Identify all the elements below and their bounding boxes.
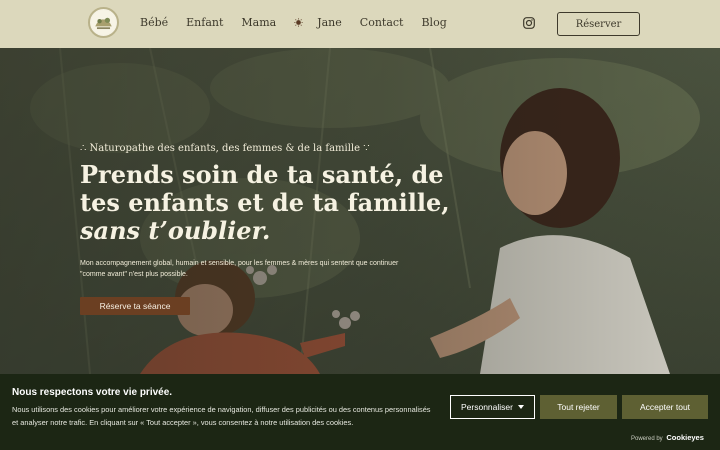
hero-section: ∴ Naturopathe des enfants, des femmes & … (0, 48, 720, 374)
headline-line-1: Prends soin de ta santé, de (80, 160, 444, 189)
instagram-icon[interactable] (523, 17, 535, 29)
nav-mama[interactable]: Mama (241, 16, 276, 29)
site-header: Bébé Enfant Mama Jane Contact Blog Réser… (0, 0, 720, 48)
main-nav: Bébé Enfant Mama Jane Contact Blog (140, 0, 465, 45)
cookieyes-brand: Cookieyes (666, 433, 704, 442)
cookie-banner: Nous respectons votre vie privée. Nous u… (0, 374, 720, 450)
personalize-button[interactable]: Personnaliser (450, 395, 535, 419)
headline-line-2: tes enfants et de ta famille, (80, 188, 450, 217)
hero-intro: Mon accompagnement global, humain et sen… (80, 260, 399, 278)
nav-blog[interactable]: Blog (421, 16, 446, 29)
logo[interactable] (88, 7, 119, 38)
cookie-text: Nous utilisons des cookies pour améliore… (12, 405, 431, 427)
hero-headline: Prends soin de ta santé, de tes enfants … (80, 160, 450, 245)
book-session-button[interactable]: Réserve ta séance (80, 297, 190, 315)
powered-prefix: Powered by (631, 436, 663, 442)
cookie-title: Nous respectons votre vie privée. (12, 387, 173, 398)
accept-all-button[interactable]: Accepter tout (622, 395, 708, 419)
hero-eyebrow: ∴ Naturopathe des enfants, des femmes & … (80, 143, 370, 154)
personalize-label: Personnaliser (461, 402, 513, 412)
headline-line-3: sans t’oublier. (80, 216, 271, 245)
reject-all-button[interactable]: Tout rejeter (540, 395, 617, 419)
illustrated-badge-logo (91, 10, 116, 35)
nav-bebe[interactable]: Bébé (140, 16, 168, 29)
nav-jane[interactable]: Jane (317, 16, 342, 29)
powered-by[interactable]: Powered by Cookieyes (631, 433, 704, 442)
caret-down-icon (517, 405, 524, 409)
reserve-button[interactable]: Réserver (557, 12, 640, 36)
sun-icon[interactable] (294, 18, 303, 27)
nav-enfant[interactable]: Enfant (186, 16, 223, 29)
nav-contact[interactable]: Contact (360, 16, 404, 29)
